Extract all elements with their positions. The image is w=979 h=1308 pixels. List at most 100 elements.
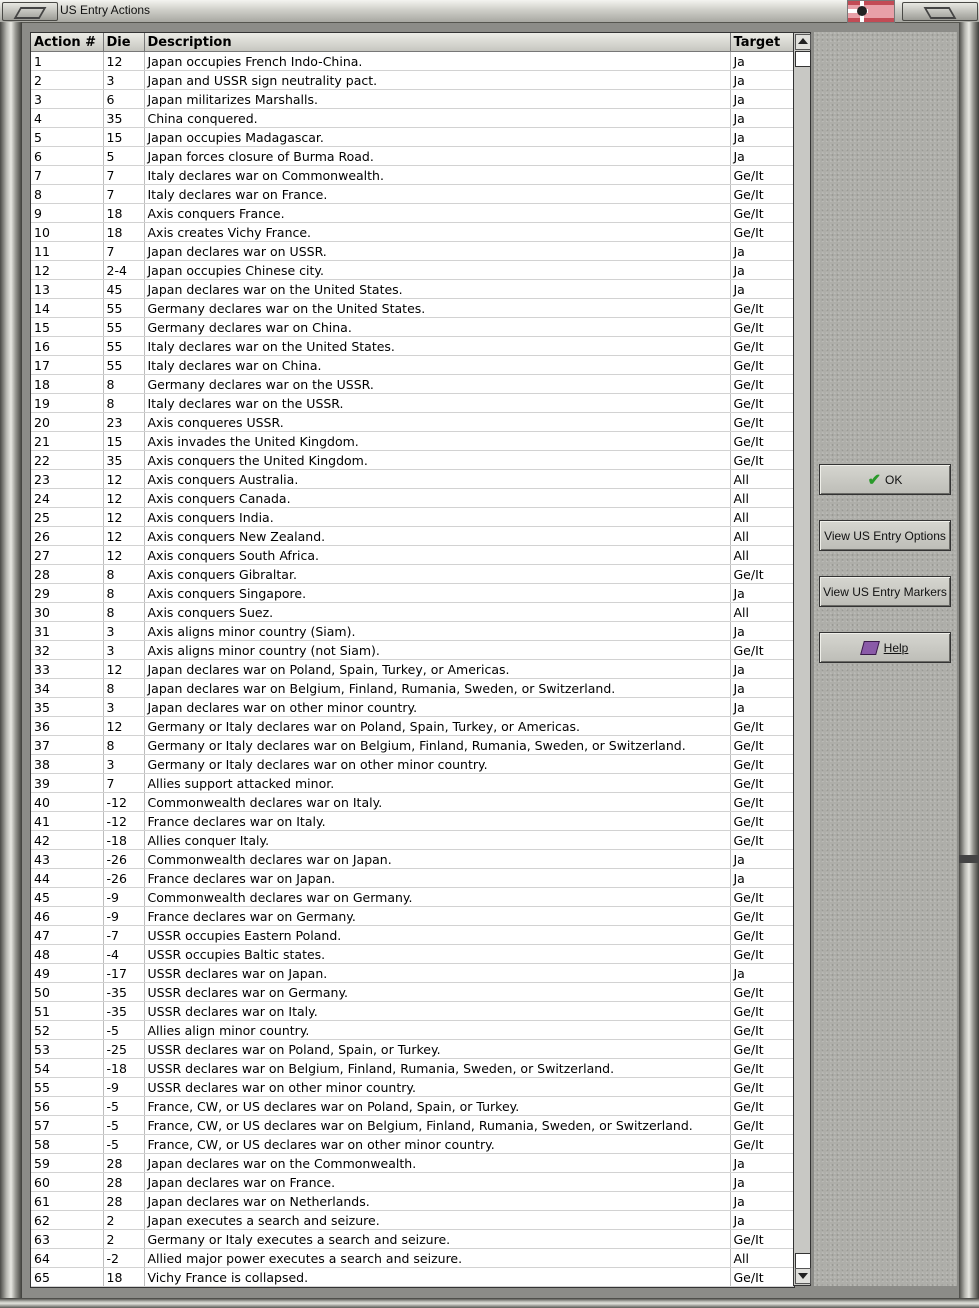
table-row[interactable]: 10 18 Axis creates Vichy France. Ge/It	[31, 222, 794, 242]
table-row[interactable]: 56 -5 France, CW, or US declares war on Po…	[31, 1096, 794, 1116]
table-row[interactable]: 20 23 Axis conqueres USSR. Ge/It	[31, 412, 794, 432]
table-row[interactable]: 41 -12 France declares war on Italy. Ge/It	[31, 811, 794, 831]
table-row[interactable]: 26 12 Axis conquers New Zealand. All	[31, 526, 794, 546]
table-row[interactable]: 40 -12 Commonwealth declares war on Italy.…	[31, 792, 794, 812]
table-row[interactable]: 48 -4 USSR occupies Baltic states. Ge/It	[31, 944, 794, 964]
cell-description: Axis aligns minor country (not Siam).	[144, 640, 731, 660]
table-row[interactable]: 36 12 Germany or Italy declares war on Pol…	[31, 716, 794, 736]
table-row[interactable]: 47 -7 USSR occupies Eastern Poland. Ge/It	[31, 925, 794, 945]
table-row[interactable]: 52 -5 Allies align minor country. Ge/It	[31, 1020, 794, 1040]
table-row[interactable]: 44 -26 France declares war on Japan. Ja	[31, 868, 794, 888]
table-row[interactable]: 31 3 Axis aligns minor country (Siam). Ja	[31, 621, 794, 641]
table-row[interactable]: 45 -9 Commonwealth declares war on Germany…	[31, 887, 794, 907]
table-row[interactable]: 54 -18 USSR declares war on Belgium, Finla…	[31, 1058, 794, 1078]
table-row[interactable]: 29 8 Axis conquers Singapore. Ja	[31, 583, 794, 603]
table-row[interactable]: 46 -9 France declares war on Germany. Ge/It	[31, 906, 794, 926]
table-row[interactable]: 12 2-4 Japan occupies Chinese city. Ja	[31, 260, 794, 280]
cell-die: 7	[103, 773, 145, 793]
table-row[interactable]: 63 2 Germany or Italy executes a search an…	[31, 1229, 794, 1249]
table-row[interactable]: 37 8 Germany or Italy declares war on Belg…	[31, 735, 794, 755]
cell-target: Ge/It	[730, 773, 794, 793]
help-button[interactable]: Help	[819, 632, 951, 663]
cell-target: Ja	[730, 1191, 794, 1211]
ok-button[interactable]: ✔ OK	[819, 464, 951, 495]
table-row[interactable]: 35 3 Japan declares war on other minor cou…	[31, 697, 794, 717]
table-row[interactable]: 16 55 Italy declares war on the United Sta…	[31, 336, 794, 356]
table-row[interactable]: 3 6 Japan militarizes Marshalls. Ja	[31, 89, 794, 109]
table-row[interactable]: 8 7 Italy declares war on France. Ge/It	[31, 184, 794, 204]
cell-target: All	[730, 1248, 794, 1268]
view-us-entry-markers-button[interactable]: View US Entry Markers	[819, 576, 951, 607]
cell-action-number: 56	[31, 1096, 104, 1116]
table-row[interactable]: 24 12 Axis conquers Canada. All	[31, 488, 794, 508]
cell-target: Ge/It	[730, 203, 794, 223]
table-row[interactable]: 49 -17 USSR declares war on Japan. Ja	[31, 963, 794, 983]
table-row[interactable]: 18 8 Germany declares war on the USSR. Ge/I…	[31, 374, 794, 394]
table-row[interactable]: 61 28 Japan declares war on Netherlands. Ja	[31, 1191, 794, 1211]
check-icon: ✔	[867, 471, 882, 489]
table-row[interactable]: 30 8 Axis conquers Suez. All	[31, 602, 794, 622]
cell-action-number: 59	[31, 1153, 104, 1173]
cell-target: Ge/It	[730, 184, 794, 204]
table-scrollbar[interactable]	[793, 32, 811, 1286]
table-row[interactable]: 11 7 Japan declares war on USSR. Ja	[31, 241, 794, 261]
table-row[interactable]: 38 3 Germany or Italy declares war on othe…	[31, 754, 794, 774]
table-row[interactable]: 4 35 China conquered. Ja	[31, 108, 794, 128]
scroll-down-button[interactable]	[795, 1268, 811, 1284]
table-row[interactable]: 14 55 Germany declares war on the United S…	[31, 298, 794, 318]
cell-action-number: 8	[31, 184, 104, 204]
table-row[interactable]: 51 -35 USSR declares war on Italy. Ge/It	[31, 1001, 794, 1021]
cell-target: Ge/It	[730, 1001, 794, 1021]
header-action-number[interactable]: Action #	[31, 33, 104, 52]
table-row[interactable]: 1 12 Japan occupies French Indo-China. Ja	[31, 51, 794, 71]
table-row[interactable]: 50 -35 USSR declares war on Germany. Ge/It	[31, 982, 794, 1002]
cell-target: Ge/It	[730, 1020, 794, 1040]
table-row[interactable]: 55 -9 USSR declares war on other minor cou…	[31, 1077, 794, 1097]
cell-die: 55	[103, 336, 145, 356]
table-row[interactable]: 13 45 Japan declares war on the United Sta…	[31, 279, 794, 299]
table-row[interactable]: 28 8 Axis conquers Gibraltar. Ge/It	[31, 564, 794, 584]
table-row[interactable]: 57 -5 France, CW, or US declares war on Be…	[31, 1115, 794, 1135]
table-row[interactable]: 43 -26 Commonwealth declares war on Japan.…	[31, 849, 794, 869]
table-row[interactable]: 42 -18 Allies conquer Italy. Ge/It	[31, 830, 794, 850]
table-row[interactable]: 53 -25 USSR declares war on Poland, Spain,…	[31, 1039, 794, 1059]
table-row[interactable]: 34 8 Japan declares war on Belgium, Finlan…	[31, 678, 794, 698]
table-row[interactable]: 22 35 Axis conquers the United Kingdom. Ge/…	[31, 450, 794, 470]
scroll-thumb[interactable]	[795, 51, 811, 67]
table-row[interactable]: 17 55 Italy declares war on China. Ge/It	[31, 355, 794, 375]
table-row[interactable]: 39 7 Allies support attacked minor. Ge/It	[31, 773, 794, 793]
cell-die: 12	[103, 51, 145, 71]
table-row[interactable]: 15 55 Germany declares war on China. Ge/It	[31, 317, 794, 337]
table-row[interactable]: 2 3 Japan and USSR sign neutrality pact. Ja	[31, 70, 794, 90]
header-target[interactable]: Target	[730, 33, 794, 52]
table-row[interactable]: 62 2 Japan executes a search and seizure. J…	[31, 1210, 794, 1230]
cell-die: 18	[103, 1267, 145, 1287]
table-row[interactable]: 25 12 Axis conquers India. All	[31, 507, 794, 527]
table-row[interactable]: 32 3 Axis aligns minor country (not Siam).…	[31, 640, 794, 660]
table-row[interactable]: 60 28 Japan declares war on France. Ja	[31, 1172, 794, 1192]
view-us-entry-options-button[interactable]: View US Entry Options	[819, 520, 951, 551]
table-row[interactable]: 64 -2 Allied major power executes a search…	[31, 1248, 794, 1268]
table-row[interactable]: 23 12 Axis conquers Australia. All	[31, 469, 794, 489]
table-row[interactable]: 65 18 Vichy France is collapsed. Ge/It	[31, 1267, 794, 1287]
table-row[interactable]: 6 5 Japan forces closure of Burma Road. Ja	[31, 146, 794, 166]
header-die[interactable]: Die	[103, 33, 145, 52]
table-row[interactable]: 7 7 Italy declares war on Commonwealth. Ge/…	[31, 165, 794, 185]
table-row[interactable]: 27 12 Axis conquers South Africa. All	[31, 545, 794, 565]
table-row[interactable]: 59 28 Japan declares war on the Commonweal…	[31, 1153, 794, 1173]
window-menu-button[interactable]	[2, 2, 58, 21]
window-close-button[interactable]	[902, 2, 978, 21]
help-button-label: Help	[883, 640, 909, 655]
table-row[interactable]: 19 8 Italy declares war on the USSR. Ge/It	[31, 393, 794, 413]
cell-die: 12	[103, 716, 145, 736]
table-row[interactable]: 21 15 Axis invades the United Kingdom. Ge/I…	[31, 431, 794, 451]
cell-target: Ge/It	[730, 298, 794, 318]
frame-resize-handle[interactable]	[959, 855, 979, 863]
scroll-up-button[interactable]	[795, 34, 811, 50]
table-row[interactable]: 33 12 Japan declares war on Poland, Spain,…	[31, 659, 794, 679]
table-row[interactable]: 5 15 Japan occupies Madagascar. Ja	[31, 127, 794, 147]
table-row[interactable]: 9 18 Axis conquers France. Ge/It	[31, 203, 794, 223]
scroll-thumb-bottom[interactable]	[795, 1253, 811, 1269]
table-row[interactable]: 58 -5 France, CW, or US declares war on ot…	[31, 1134, 794, 1154]
header-description[interactable]: Description	[144, 33, 731, 52]
